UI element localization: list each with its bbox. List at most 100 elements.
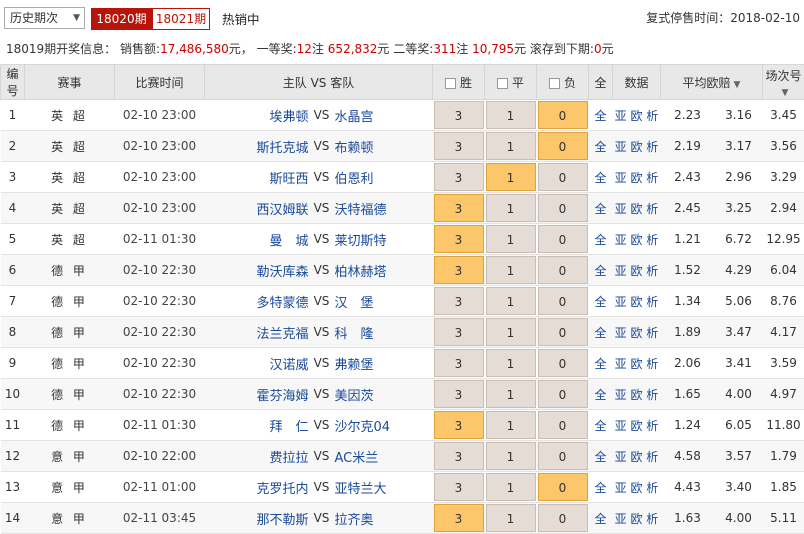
home-team[interactable]: 埃弗顿 (205, 100, 309, 131)
win-checkbox[interactable] (445, 78, 456, 89)
data-links[interactable]: 亚 欧 析 (613, 441, 661, 472)
pick-draw-button[interactable]: 1 (486, 256, 536, 284)
select-all-link[interactable]: 全 (589, 317, 613, 348)
away-team[interactable]: 汉 堡 (335, 286, 433, 317)
select-all-link[interactable]: 全 (589, 286, 613, 317)
pick-lose-button[interactable]: 0 (538, 349, 588, 377)
data-links[interactable]: 亚 欧 析 (613, 131, 661, 162)
data-links[interactable]: 亚 欧 析 (613, 503, 661, 534)
home-team[interactable]: 斯托克城 (205, 131, 309, 162)
pick-lose-button[interactable]: 0 (538, 163, 588, 191)
pick-win-button[interactable]: 3 (434, 504, 484, 532)
tab-issue-current[interactable]: 18020期 (91, 8, 152, 30)
away-team[interactable]: 沙尔克04 (335, 410, 433, 441)
data-links[interactable]: 亚 欧 析 (613, 255, 661, 286)
pick-draw-button[interactable]: 1 (486, 287, 536, 315)
data-links[interactable]: 亚 欧 析 (613, 286, 661, 317)
pick-draw-button[interactable]: 1 (486, 318, 536, 346)
lose-checkbox[interactable] (549, 78, 560, 89)
home-team[interactable]: 那不勒斯 (205, 503, 309, 534)
pick-win-button[interactable]: 3 (434, 411, 484, 439)
select-all-link[interactable]: 全 (589, 131, 613, 162)
select-all-link[interactable]: 全 (589, 162, 613, 193)
data-links[interactable]: 亚 欧 析 (613, 193, 661, 224)
header-draw[interactable]: 平 (485, 65, 537, 100)
pick-lose-button[interactable]: 0 (538, 318, 588, 346)
select-all-link[interactable]: 全 (589, 100, 613, 131)
select-all-link[interactable]: 全 (589, 472, 613, 503)
select-all-link[interactable]: 全 (589, 503, 613, 534)
pick-draw-button[interactable]: 1 (486, 225, 536, 253)
select-all-link[interactable]: 全 (589, 441, 613, 472)
pick-lose-button[interactable]: 0 (538, 225, 588, 253)
away-team[interactable]: 布赖顿 (335, 131, 433, 162)
tab-issue-next[interactable]: 18021期 (152, 8, 210, 30)
pick-draw-button[interactable]: 1 (486, 411, 536, 439)
select-all-link[interactable]: 全 (589, 410, 613, 441)
pick-win-button[interactable]: 3 (434, 225, 484, 253)
pick-win-button[interactable]: 3 (434, 442, 484, 470)
data-links[interactable]: 亚 欧 析 (613, 224, 661, 255)
away-team[interactable]: 柏林赫塔 (335, 255, 433, 286)
pick-win-button[interactable]: 3 (434, 473, 484, 501)
select-all-link[interactable]: 全 (589, 255, 613, 286)
pick-win-button[interactable]: 3 (434, 194, 484, 222)
pick-draw-button[interactable]: 1 (486, 504, 536, 532)
away-team[interactable]: 科 隆 (335, 317, 433, 348)
home-team[interactable]: 法兰克福 (205, 317, 309, 348)
select-all-link[interactable]: 全 (589, 379, 613, 410)
away-team[interactable]: 伯恩利 (335, 162, 433, 193)
data-links[interactable]: 亚 欧 析 (613, 100, 661, 131)
pick-win-button[interactable]: 3 (434, 380, 484, 408)
data-links[interactable]: 亚 欧 析 (613, 317, 661, 348)
away-team[interactable]: 莱切斯特 (335, 224, 433, 255)
pick-draw-button[interactable]: 1 (486, 163, 536, 191)
pick-win-button[interactable]: 3 (434, 349, 484, 377)
select-all-link[interactable]: 全 (589, 193, 613, 224)
data-links[interactable]: 亚 欧 析 (613, 348, 661, 379)
away-team[interactable]: 拉齐奥 (335, 503, 433, 534)
pick-lose-button[interactable]: 0 (538, 411, 588, 439)
home-team[interactable]: 费拉拉 (205, 441, 309, 472)
pick-win-button[interactable]: 3 (434, 163, 484, 191)
sort-down-icon[interactable]: ▼ (782, 88, 789, 98)
data-links[interactable]: 亚 欧 析 (613, 379, 661, 410)
pick-draw-button[interactable]: 1 (486, 473, 536, 501)
away-team[interactable]: 水晶宫 (335, 100, 433, 131)
header-lose[interactable]: 负 (537, 65, 589, 100)
away-team[interactable]: 弗赖堡 (335, 348, 433, 379)
pick-lose-button[interactable]: 0 (538, 442, 588, 470)
sort-down-icon[interactable]: ▼ (734, 80, 741, 90)
pick-lose-button[interactable]: 0 (538, 101, 588, 129)
pick-draw-button[interactable]: 1 (486, 349, 536, 377)
home-team[interactable]: 勒沃库森 (205, 255, 309, 286)
header-order[interactable]: 场次号▼ (763, 65, 804, 100)
pick-win-button[interactable]: 3 (434, 287, 484, 315)
pick-lose-button[interactable]: 0 (538, 256, 588, 284)
pick-draw-button[interactable]: 1 (486, 132, 536, 160)
select-all-link[interactable]: 全 (589, 348, 613, 379)
away-team[interactable]: 美因茨 (335, 379, 433, 410)
home-team[interactable]: 克罗托内 (205, 472, 309, 503)
pick-win-button[interactable]: 3 (434, 256, 484, 284)
pick-lose-button[interactable]: 0 (538, 380, 588, 408)
home-team[interactable]: 拜 仁 (205, 410, 309, 441)
pick-win-button[interactable]: 3 (434, 101, 484, 129)
home-team[interactable]: 斯旺西 (205, 162, 309, 193)
pick-draw-button[interactable]: 1 (486, 442, 536, 470)
pick-lose-button[interactable]: 0 (538, 287, 588, 315)
away-team[interactable]: 亚特兰大 (335, 472, 433, 503)
pick-draw-button[interactable]: 1 (486, 380, 536, 408)
pick-win-button[interactable]: 3 (434, 132, 484, 160)
home-team[interactable]: 霍芬海姆 (205, 379, 309, 410)
history-issue-select[interactable]: 历史期次 ▼ (4, 7, 85, 29)
pick-lose-button[interactable]: 0 (538, 504, 588, 532)
pick-lose-button[interactable]: 0 (538, 473, 588, 501)
pick-lose-button[interactable]: 0 (538, 132, 588, 160)
draw-checkbox[interactable] (497, 78, 508, 89)
data-links[interactable]: 亚 欧 析 (613, 410, 661, 441)
data-links[interactable]: 亚 欧 析 (613, 162, 661, 193)
header-win[interactable]: 胜 (433, 65, 485, 100)
pick-draw-button[interactable]: 1 (486, 194, 536, 222)
data-links[interactable]: 亚 欧 析 (613, 472, 661, 503)
